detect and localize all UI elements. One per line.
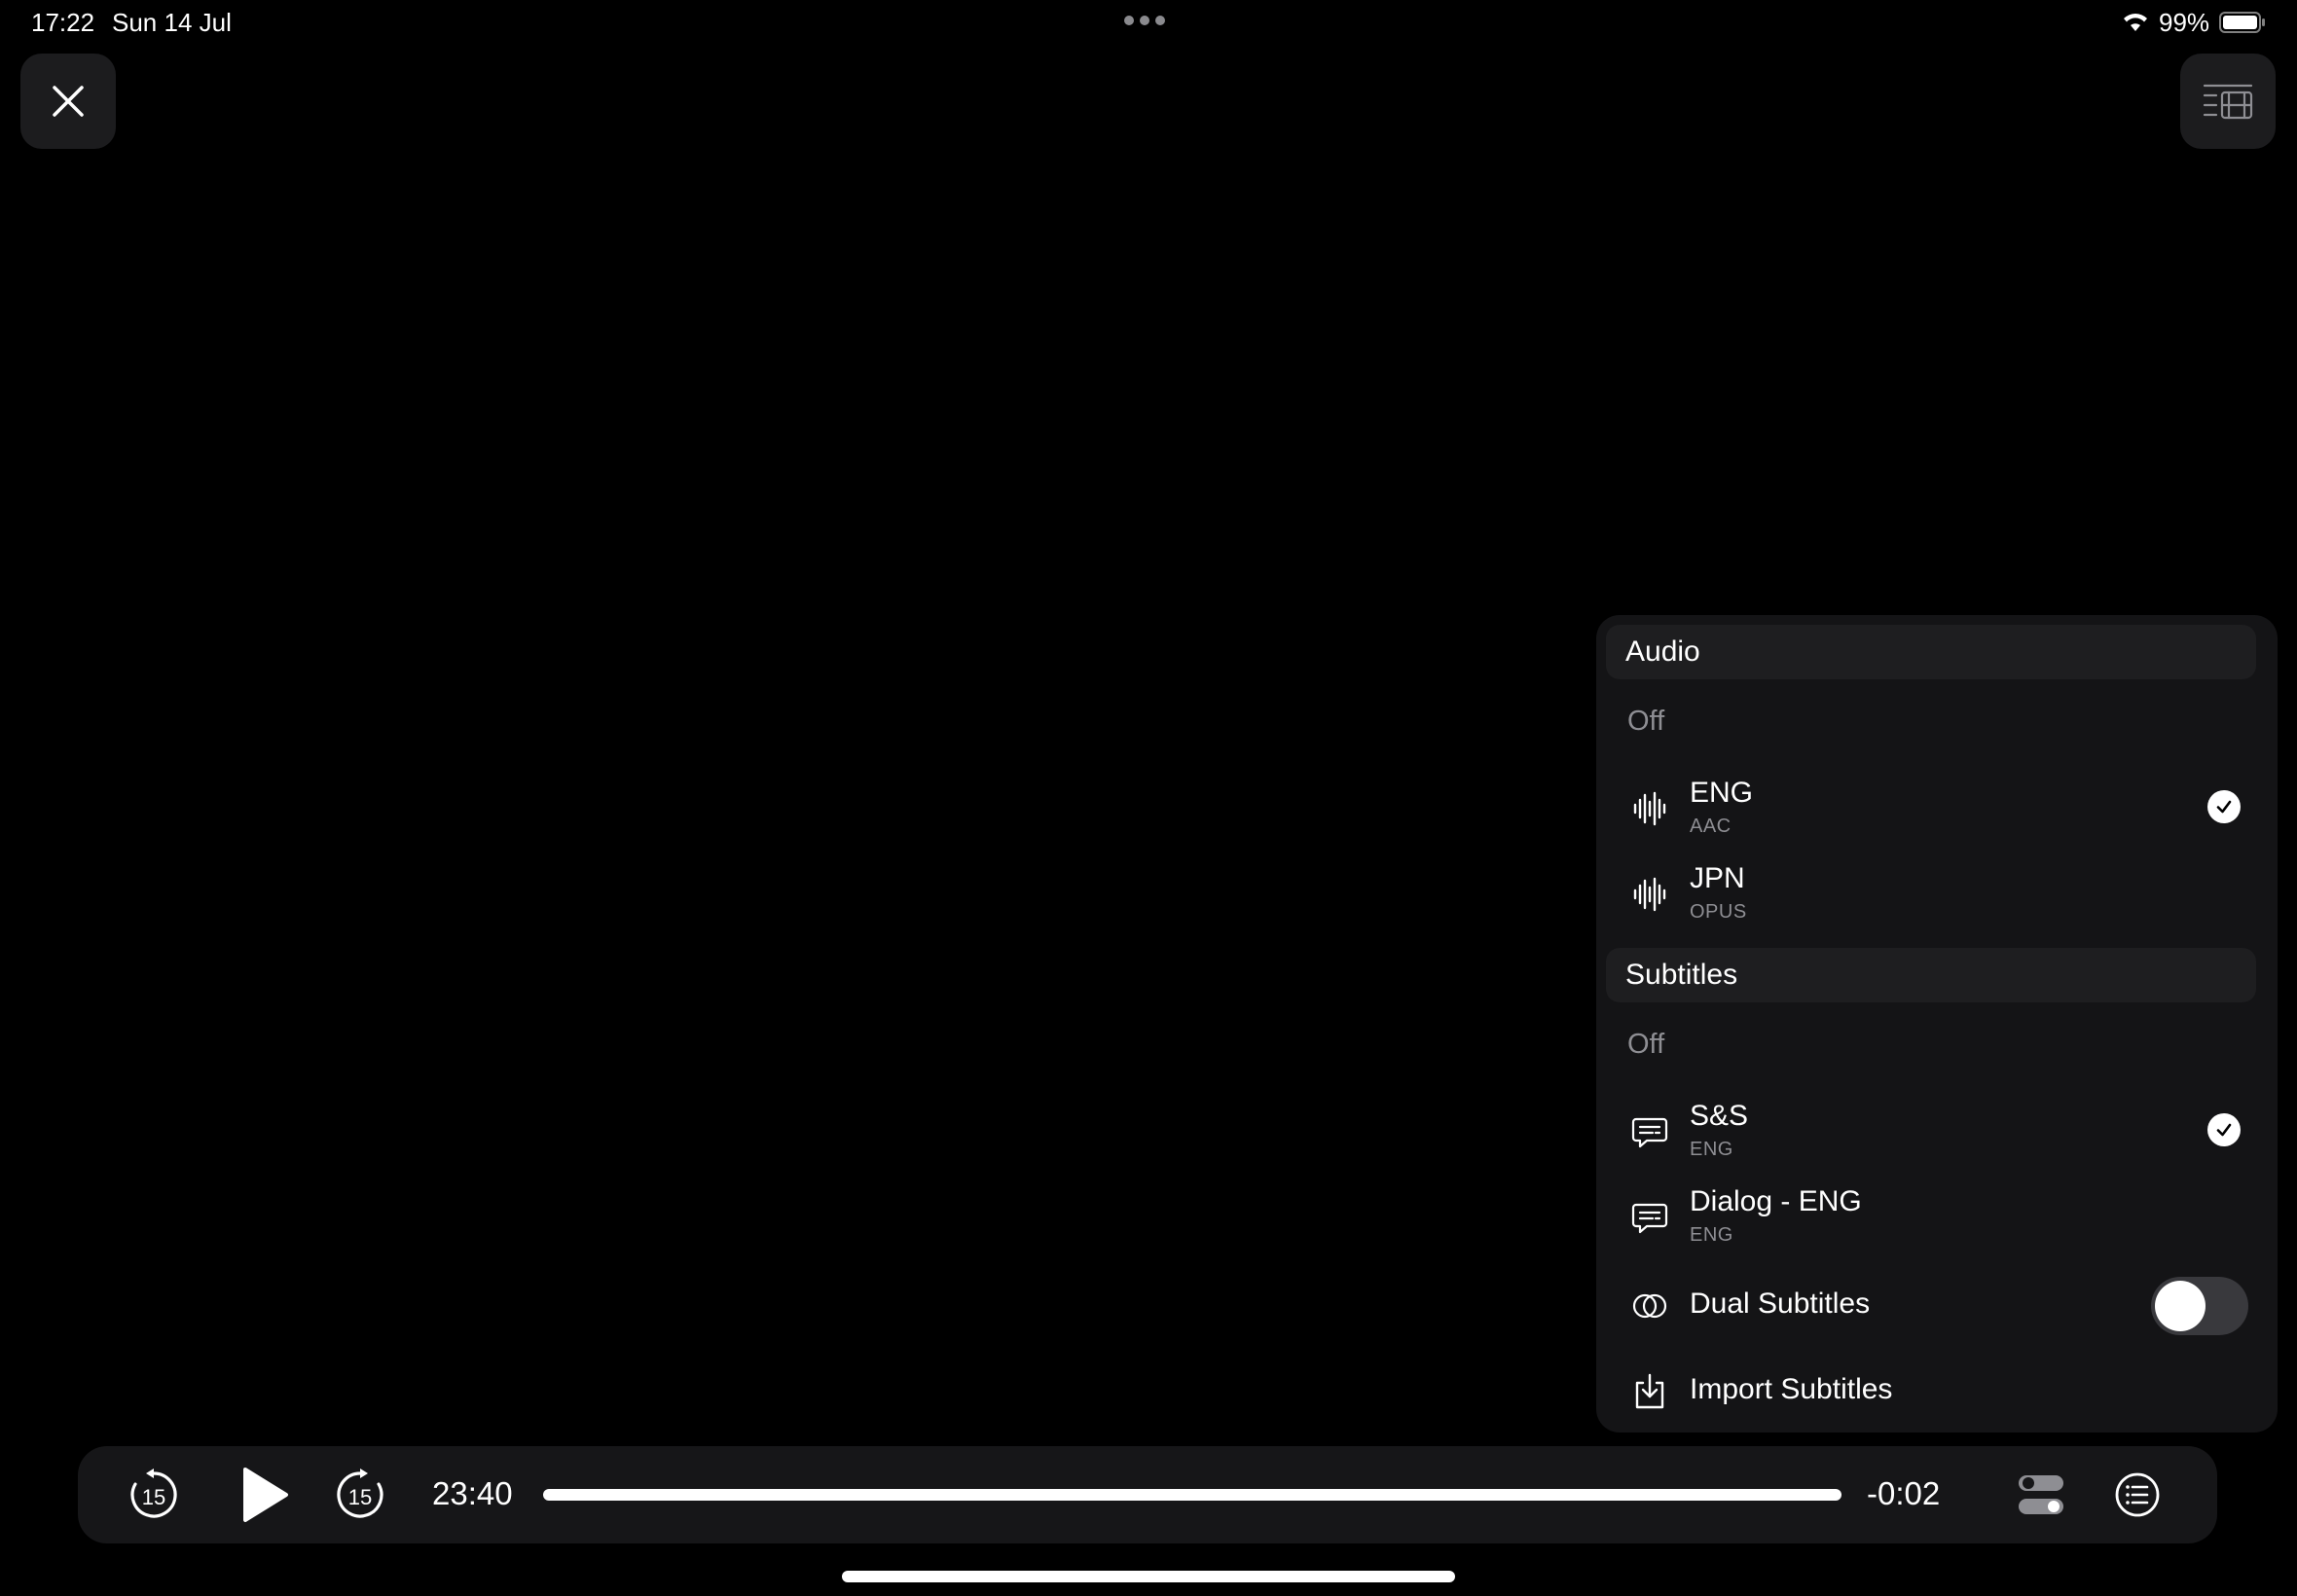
audio-off-option[interactable]: Off [1627,706,1664,738]
waveform-icon [1633,791,1666,826]
dual-subtitles-row: Dual Subtitles [1596,1271,2278,1339]
speech-bubble-icon [1631,1203,1668,1234]
battery-percent: 99% [2159,8,2210,37]
skip-back-label: 15 [142,1485,165,1509]
import-tray-icon [1635,1373,1664,1409]
track-selection-panel: Audio Off ENG AAC JPN OPUS Subtitles Off… [1596,615,2278,1433]
toggle-knob [2155,1281,2206,1331]
elapsed-time: 23:40 [432,1475,513,1511]
checkmark-icon [2207,790,2241,823]
audio-track-codec: OPUS [1690,901,1747,923]
audio-header: Audio [1606,625,2256,679]
subtitle-track-name: Dialog - ENG [1690,1185,1862,1217]
subtitles-off-option[interactable]: Off [1627,1029,1664,1061]
subtitle-track-lang: ENG [1690,1224,1733,1246]
audio-track-codec: AAC [1690,816,1732,837]
subtitle-track-ss[interactable]: S&S ENG [1596,1092,2278,1170]
import-subtitles-button[interactable]: Import Subtitles [1596,1357,2278,1425]
battery-icon [2219,12,2265,33]
checkmark-icon [2207,1113,2241,1146]
multitask-dots-icon[interactable] [1124,16,1165,25]
play-icon[interactable] [236,1464,294,1526]
progress-bar[interactable] [543,1489,1841,1501]
audio-track-jpn[interactable]: JPN OPUS [1596,854,2278,932]
close-icon [53,86,84,117]
close-button[interactable] [20,54,116,149]
forward-15-icon[interactable]: 15 [333,1468,387,1522]
subtitle-track-lang: ENG [1690,1139,1733,1160]
rewind-15-icon[interactable]: 15 [127,1468,181,1522]
home-indicator[interactable] [842,1571,1455,1582]
episodes-button[interactable] [2180,54,2276,149]
speech-bubble-icon [1631,1117,1668,1148]
waveform-icon [1633,877,1666,912]
remaining-time: -0:02 [1867,1475,1941,1511]
episodes-list-icon [2203,84,2253,120]
dual-subtitles-toggle[interactable] [2151,1277,2248,1335]
import-subtitles-label: Import Subtitles [1690,1373,1893,1405]
audio-track-name: JPN [1690,862,1745,894]
skip-forward-label: 15 [348,1485,372,1509]
audio-track-eng[interactable]: ENG AAC [1596,769,2278,847]
wifi-icon [2124,14,2147,31]
list-circle-icon[interactable] [2114,1471,2161,1518]
dual-subtitles-label: Dual Subtitles [1690,1288,1871,1320]
status-time: 17:22 [31,8,95,37]
playback-controls: 15 15 23:40 -0:02 [78,1446,2217,1543]
toggles-icon[interactable] [2017,1471,2065,1518]
subtitles-header: Subtitles [1606,948,2256,1002]
audio-track-name: ENG [1690,777,1754,809]
dual-circles-icon [1632,1293,1667,1319]
subtitle-track-dialog[interactable]: Dialog - ENG ENG [1596,1178,2278,1255]
subtitle-track-name: S&S [1690,1100,1749,1132]
status-date: Sun 14 Jul [112,8,232,37]
